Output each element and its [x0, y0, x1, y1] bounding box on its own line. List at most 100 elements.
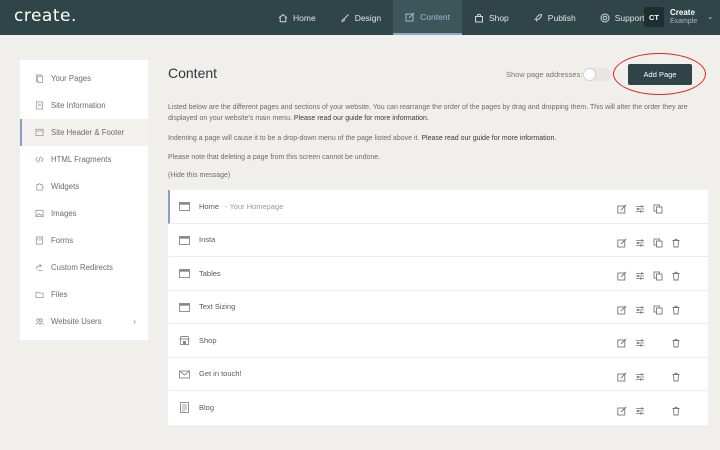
row-actions	[617, 268, 681, 281]
table-row[interactable]: Home - Your Homepage	[168, 190, 708, 224]
sidebar-item-label: Custom Redirects	[51, 263, 113, 272]
sidebar-item-label: Your Pages	[51, 74, 92, 83]
brush-icon	[341, 13, 349, 22]
row-actions	[617, 201, 663, 214]
layout-icon	[35, 128, 44, 137]
nav-shop-label: Shop	[488, 12, 509, 23]
edit-icon[interactable]	[617, 403, 627, 416]
guide-link-2[interactable]: Please read our guide for more informati…	[421, 135, 556, 142]
row-actions	[617, 403, 681, 416]
table-row[interactable]: Shop	[168, 324, 708, 358]
main-nav: Home Design Content Shop Publish Support	[266, 0, 656, 35]
page-name[interactable]: Get in touch!	[199, 369, 242, 378]
trash-icon[interactable]	[671, 268, 681, 281]
sidebar-item-website-users[interactable]: Website Users ›	[20, 308, 148, 335]
row-actions	[617, 335, 681, 348]
home-icon	[278, 13, 288, 22]
sidebar-item-site-header-footer[interactable]: Site Header & Footer	[20, 119, 148, 146]
page-list: Home - Your Homepage Insta Tables Text Si	[168, 190, 708, 425]
sidebar-item-files[interactable]: Files	[20, 281, 148, 308]
copy-icon[interactable]	[653, 268, 663, 281]
trash-icon[interactable]	[671, 369, 681, 382]
page-icon	[179, 235, 190, 245]
page-name[interactable]: Home	[199, 202, 219, 211]
nav-home[interactable]: Home	[266, 0, 328, 35]
nav-content[interactable]: Content	[393, 0, 462, 35]
sidebar-item-your-pages[interactable]: Your Pages	[20, 65, 148, 92]
sidebar-item-images[interactable]: Images	[20, 200, 148, 227]
edit-icon[interactable]	[617, 369, 627, 382]
trash-icon[interactable]	[671, 235, 681, 248]
page-icon	[179, 202, 190, 211]
sliders-icon[interactable]	[635, 268, 645, 280]
sliders-icon[interactable]	[635, 335, 645, 347]
edit-icon[interactable]	[617, 268, 627, 281]
sidebar-item-html-fragments[interactable]: HTML Fragments	[20, 146, 148, 173]
blog-icon	[180, 402, 189, 413]
page-name[interactable]: Text Sizing	[199, 302, 235, 311]
sliders-icon[interactable]	[635, 403, 645, 415]
chevron-down-icon: ⌄	[707, 14, 714, 21]
page-name[interactable]: Shop	[199, 336, 217, 345]
nav-design-label: Design	[354, 12, 382, 23]
page-name[interactable]: Insta	[199, 235, 215, 244]
page-name[interactable]: Blog	[199, 403, 214, 412]
table-row[interactable]: Tables	[168, 257, 708, 291]
table-row[interactable]: Insta	[168, 224, 708, 257]
show-addresses-toggle[interactable]	[583, 68, 611, 81]
page-name[interactable]: Tables	[199, 269, 221, 278]
sliders-icon[interactable]	[635, 235, 645, 247]
trash-icon[interactable]	[671, 403, 681, 416]
sidebar-item-site-information[interactable]: Site Information	[20, 92, 148, 119]
copy-icon[interactable]	[653, 302, 663, 315]
nav-content-label: Content	[420, 11, 450, 22]
top-bar: create. Home Design Content Shop Publish…	[0, 0, 720, 35]
image-icon	[35, 209, 44, 218]
document-icon	[35, 101, 44, 110]
puzzle-icon	[36, 183, 44, 191]
nav-support-label: Support	[614, 12, 645, 23]
table-row[interactable]: Text Sizing	[168, 291, 708, 324]
sliders-icon[interactable]	[635, 302, 645, 314]
pages-icon	[35, 74, 44, 83]
trash-icon[interactable]	[671, 335, 681, 348]
trash-icon[interactable]	[671, 302, 681, 315]
table-row[interactable]: Blog	[168, 391, 708, 425]
nav-publish[interactable]: Publish	[521, 0, 588, 35]
sidebar-item-label: Site Header & Footer	[51, 128, 125, 137]
user-menu[interactable]: CT Create Example ⌄	[644, 7, 713, 27]
edit-icon[interactable]	[617, 302, 627, 315]
sidebar-item-label: Files	[51, 290, 68, 299]
guide-link-1[interactable]: Please read our guide for more informati…	[294, 115, 429, 122]
shop-icon	[179, 336, 190, 345]
nav-shop[interactable]: Shop	[462, 0, 521, 35]
edit-icon[interactable]	[617, 201, 627, 214]
nav-design[interactable]: Design	[328, 0, 393, 35]
sidebar-item-custom-redirects[interactable]: Custom Redirects	[20, 254, 148, 281]
info-text-3: Please note that deleting a page from th…	[168, 154, 381, 161]
row-actions	[617, 369, 681, 382]
copy-icon[interactable]	[653, 235, 663, 248]
sliders-icon[interactable]	[635, 369, 645, 381]
page-title-cell: Home - Your Homepage	[199, 202, 283, 211]
hide-message-link[interactable]: (Hide this message)	[168, 172, 230, 179]
app-logo[interactable]: create.	[14, 6, 77, 26]
edit-icon[interactable]	[617, 335, 627, 348]
row-actions	[617, 235, 681, 248]
page-icon	[179, 269, 190, 278]
sliders-icon[interactable]	[635, 201, 645, 213]
sidebar: Your Pages Site Information Site Header …	[20, 60, 148, 340]
sidebar-item-label: Images	[51, 209, 77, 218]
sidebar-item-widgets[interactable]: Widgets	[20, 173, 148, 200]
sidebar-item-label: Forms	[51, 236, 74, 245]
table-row[interactable]: Get in touch!	[168, 358, 708, 391]
edit-icon[interactable]	[617, 235, 627, 248]
user-text: Create Example	[670, 8, 697, 26]
mail-icon	[179, 370, 190, 378]
copy-icon[interactable]	[653, 201, 663, 214]
avatar: CT	[644, 7, 664, 27]
add-page-button[interactable]: Add Page	[628, 64, 692, 85]
sidebar-item-forms[interactable]: Forms	[20, 227, 148, 254]
toggle-knob	[584, 69, 595, 80]
